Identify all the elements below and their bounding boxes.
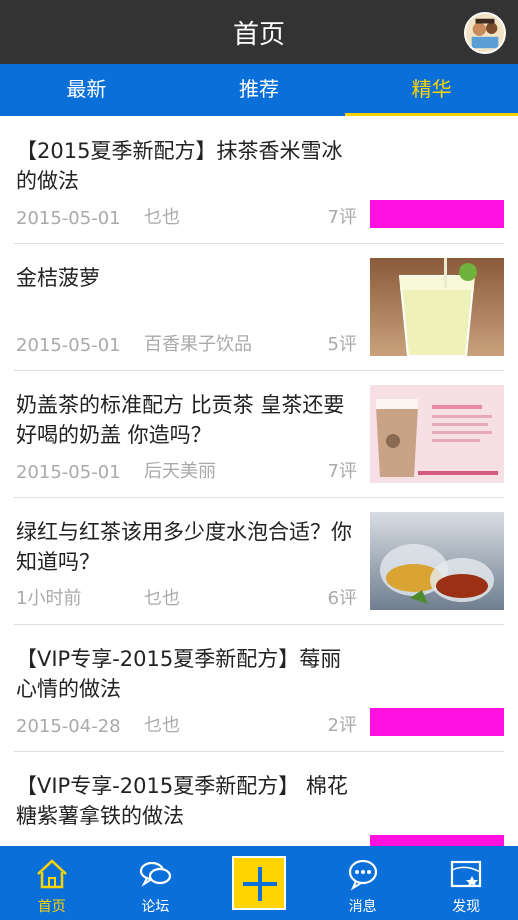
article-author: 乜也: [144, 207, 180, 228]
article-item[interactable]: 绿红与红茶该用多少度水泡合适？你知道吗？ 1小时前 乜也 6评: [14, 497, 504, 625]
article-date: 1小时前: [16, 588, 82, 609]
nav-forum[interactable]: 论坛: [104, 846, 208, 920]
article-date: 2015-05-01: [16, 208, 121, 229]
article-date: 2015-05-01: [16, 462, 121, 483]
nav-add[interactable]: [207, 846, 311, 920]
article-comments: 6评: [327, 588, 357, 609]
nav-home[interactable]: 首页: [0, 846, 104, 920]
article-comments: 7评: [327, 207, 357, 228]
article-item[interactable]: 【2015夏季新配方】抹茶香米雪冰的做法 2015-05-01 乜也 7评: [14, 116, 504, 244]
nav-messages[interactable]: 消息: [311, 846, 415, 920]
nav-messages-label: 消息: [348, 899, 377, 915]
page-title: 首页: [232, 20, 285, 50]
tab-latest[interactable]: 最新: [0, 64, 173, 116]
avatar[interactable]: [464, 12, 506, 54]
bottom-nav: 首页 论坛 消息 发现: [0, 846, 518, 920]
article-thumbnail: [370, 200, 504, 228]
nav-discover[interactable]: 发现: [414, 846, 518, 920]
article-date: 2015-04-28: [16, 716, 121, 737]
article-date: 2015-05-01: [16, 335, 121, 356]
message-icon: [348, 859, 377, 891]
article-title: 绿红与红茶该用多少度水泡合适？你知道吗？: [16, 520, 352, 574]
article-title: 【VIP专享-2015夏季新配方】莓丽心情的做法: [16, 647, 342, 701]
article-item[interactable]: 【VIP专享-2015夏季新配方】莓丽心情的做法 2015-04-28 乜也 2…: [14, 624, 504, 752]
tab-featured[interactable]: 精华: [345, 64, 518, 116]
article-thumbnail: [370, 385, 504, 483]
home-icon: [36, 859, 67, 889]
article-title: 【2015夏季新配方】抹茶香米雪冰的做法: [16, 139, 343, 193]
article-item[interactable]: 金桔菠萝 2015-05-01 百香果子饮品 5评: [14, 243, 504, 371]
article-title: 【VIP专享-2015夏季新配方】 棉花糖紫薯拿铁的做法: [16, 774, 348, 828]
nav-discover-label: 发现: [452, 899, 481, 915]
article-item[interactable]: 【VIP专享-2015夏季新配方】 棉花糖紫薯拿铁的做法: [14, 751, 504, 846]
top-bar: 首页: [0, 0, 518, 64]
article-comments: 5评: [327, 334, 357, 355]
nav-forum-label: 论坛: [141, 899, 170, 915]
article-author: 乜也: [144, 588, 180, 609]
article-thumbnail: [370, 512, 504, 610]
plus-icon: [231, 856, 286, 910]
discover-icon: [451, 860, 482, 888]
article-author: 百香果子饮品: [144, 334, 252, 355]
article-comments: 2评: [327, 715, 357, 736]
article-thumbnail: [370, 258, 504, 356]
forum-icon: [140, 861, 172, 887]
article-comments: 7评: [327, 461, 357, 482]
article-author: 后天美丽: [144, 461, 216, 482]
article-thumbnail: [370, 708, 504, 736]
avatar-image: [466, 14, 504, 52]
tab-recommended[interactable]: 推荐: [173, 64, 346, 116]
article-title: 金桔菠萝: [16, 266, 100, 290]
article-thumbnail: [370, 835, 504, 846]
article-item[interactable]: 奶盖茶的标准配方 比贡茶 皇茶还要好喝的奶盖 你造吗？ 2015-05-01 后…: [14, 370, 504, 498]
nav-home-label: 首页: [37, 899, 66, 915]
article-title: 奶盖茶的标准配方 比贡茶 皇茶还要好喝的奶盖 你造吗？: [16, 393, 345, 447]
tab-bar: 最新 推荐 精华: [0, 64, 518, 116]
article-list: 【2015夏季新配方】抹茶香米雪冰的做法 2015-05-01 乜也 7评 金桔…: [0, 116, 518, 846]
article-author: 乜也: [144, 715, 180, 736]
